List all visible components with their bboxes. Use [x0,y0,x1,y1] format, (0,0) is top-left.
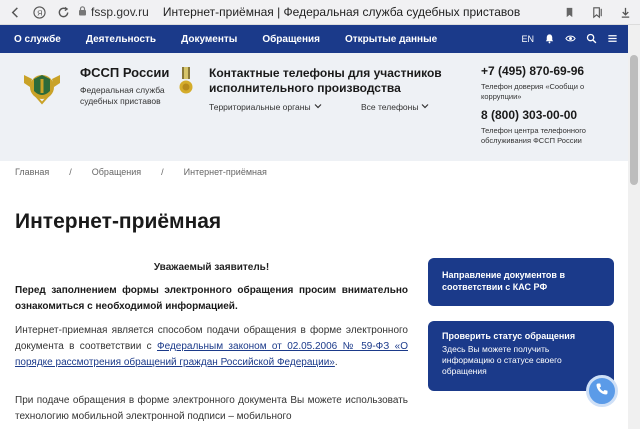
nav-item-documents[interactable]: Документы [181,34,237,45]
site-top-navigation: О службе Деятельность Документы Обращени… [0,25,628,53]
chevron-down-icon [421,102,429,112]
nav-item-open-data[interactable]: Открытые данные [345,34,437,45]
accessibility-eye-icon[interactable] [565,33,576,46]
phones-dropdown-label: Все телефоны [361,102,419,112]
nav-item-activity[interactable]: Деятельность [86,34,156,45]
reload-icon[interactable] [54,3,72,21]
contacts-title: Контактные телефоны для участников испол… [209,66,442,95]
chevron-down-icon [314,102,322,112]
scrollbar-thumb[interactable] [630,55,638,185]
back-icon[interactable] [6,3,24,21]
check-status-card-title: Проверить статус обращения [442,331,576,341]
browser-page-title: Интернет-приёмная | Федеральная служба с… [162,5,521,19]
url-domain: fssp.gov.ru [91,5,149,19]
fssp-emblem-logo[interactable] [20,65,64,109]
download-icon[interactable] [616,3,634,21]
breadcrumb-separator: / [161,167,164,177]
menu-icon[interactable] [607,33,618,46]
bell-icon[interactable] [544,33,555,46]
phone-icon [595,382,609,401]
search-icon[interactable] [586,33,597,46]
info-paragraph-end: . [334,357,338,368]
kas-documents-card-title: Направление документов в соответствии с … [442,270,565,292]
signature-paragraph: При подаче обращения в форме электронног… [15,395,408,422]
lock-icon [78,5,87,19]
hotline-phone-note: Телефон доверия «Сообщи о коррупции» [481,82,585,101]
breadcrumb: Главная / Обращения / Интернет-приёмная [15,167,267,177]
nav-item-appeals[interactable]: Обращения [262,34,320,45]
kas-documents-card[interactable]: Направление документов в соответствии с … [428,258,614,306]
regions-dropdown[interactable]: Территориальные органы [209,102,322,112]
svg-text:Я: Я [37,8,42,17]
greeting: Уважаемый заявитель! [153,262,270,273]
breadcrumb-home[interactable]: Главная [15,167,49,177]
bookmark-icon[interactable] [560,3,578,21]
call-center-phone-note: Телефон центра телефонного обслуживания … [481,126,586,145]
org-subtitle: Федеральная служба судебных приставов [80,85,165,106]
language-switch[interactable]: EN [521,34,534,44]
address-bar[interactable]: fssp.gov.ru Интернет-приёмная | Федераль… [78,3,520,22]
call-button[interactable] [586,375,618,407]
phones-dropdown[interactable]: Все телефоны [361,102,429,112]
bookmarks-panel-icon[interactable] [588,3,606,21]
info-paragraph: Интернет-приемная является способом пода… [15,323,408,371]
regions-dropdown-label: Территориальные органы [209,102,311,112]
medal-icon [178,67,194,97]
intro-notice: Перед заполнением формы электронного обр… [15,285,408,312]
org-name[interactable]: ФССП России [80,65,169,80]
call-center-phone[interactable]: 8 (800) 303-00-00 [481,108,577,122]
nav-item-about[interactable]: О службе [14,34,61,45]
check-status-card[interactable]: Проверить статус обращения Здесь Вы може… [428,321,614,391]
site-header: ФССП России Федеральная служба судебных … [0,53,628,161]
hotline-phone[interactable]: +7 (495) 870-69-96 [481,64,584,78]
page-title: Интернет-приёмная [15,210,222,233]
yandex-logo-icon[interactable]: Я [30,3,48,21]
browser-toolbar: Я fssp.gov.ru Интернет-приёмная | Федера… [0,0,640,25]
breadcrumb-current: Интернет-приёмная [183,167,267,177]
breadcrumb-appeals[interactable]: Обращения [92,167,141,177]
check-status-card-text: Здесь Вы можете получить информацию о ст… [442,344,562,376]
page-scrollbar[interactable] [628,25,640,429]
breadcrumb-separator: / [69,167,72,177]
